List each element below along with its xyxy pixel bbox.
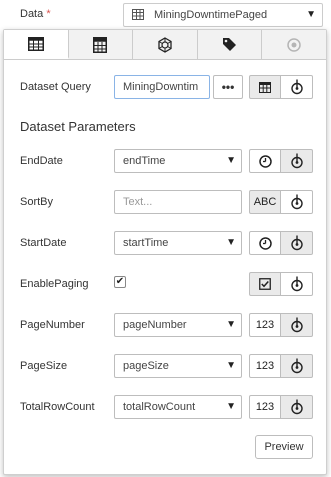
dataset-query-row: Dataset Query ••• bbox=[4, 73, 326, 101]
data-field-label: Data * bbox=[20, 8, 51, 20]
number-type-icon: 123 bbox=[255, 319, 275, 331]
parameter-type-button[interactable]: 123 bbox=[249, 354, 281, 378]
text-type-icon: ABC bbox=[253, 196, 277, 208]
tab-other[interactable] bbox=[262, 30, 326, 59]
parameter-row-sortby: SortBy ABC bbox=[4, 188, 326, 216]
dataset-parameters-heading: Dataset Parameters bbox=[20, 119, 136, 134]
clock-icon bbox=[258, 236, 272, 250]
check-icon: ✔ bbox=[115, 276, 125, 287]
binding-toggle-button[interactable] bbox=[281, 395, 313, 419]
binding-toggle-button[interactable] bbox=[281, 149, 313, 173]
binding-icon bbox=[290, 358, 303, 374]
data-source-select[interactable]: MiningDowntimePaged ▼ bbox=[123, 3, 323, 27]
parameter-row-pagesize: PageSize pageSize ▼ 123 bbox=[4, 352, 326, 380]
parameter-label: SortBy bbox=[20, 196, 54, 208]
tab-calculation[interactable] bbox=[69, 30, 134, 59]
parameter-label: EnablePaging bbox=[20, 278, 89, 290]
binding-icon bbox=[290, 276, 303, 292]
parameter-row-enablepaging: EnablePaging ✔ bbox=[4, 270, 326, 298]
parameter-value: startTime bbox=[123, 237, 169, 249]
enable-paging-checkbox[interactable]: ✔ bbox=[114, 276, 126, 288]
parameter-row-enddate: EndDate endTime ▼ bbox=[4, 147, 326, 175]
binding-toggle-button[interactable] bbox=[281, 272, 313, 296]
parameter-type-button[interactable] bbox=[249, 272, 281, 296]
calculator-icon bbox=[93, 36, 108, 53]
binding-icon bbox=[290, 235, 303, 251]
table-icon bbox=[132, 9, 146, 21]
binding-icon bbox=[290, 317, 303, 333]
chevron-down-icon: ▼ bbox=[226, 155, 236, 166]
table-icon bbox=[27, 36, 44, 51]
dataset-query-input[interactable] bbox=[114, 75, 210, 99]
network-icon bbox=[158, 36, 172, 53]
binding-icon bbox=[290, 399, 303, 415]
parameter-label: StartDate bbox=[20, 237, 67, 249]
binding-icon bbox=[290, 153, 303, 169]
chevron-down-icon: ▼ bbox=[226, 319, 236, 330]
binding-icon bbox=[290, 79, 303, 95]
parameter-row-totalrowcount: TotalRowCount totalRowCount ▼ 123 bbox=[4, 393, 326, 421]
data-source-value: MiningDowntimePaged bbox=[154, 9, 268, 21]
parameter-select[interactable]: pageSize ▼ bbox=[114, 354, 242, 378]
parameter-row-pagenumber: PageNumber pageNumber ▼ 123 bbox=[4, 311, 326, 339]
parameter-value: endTime bbox=[123, 155, 166, 167]
parameter-type-button[interactable]: 123 bbox=[249, 395, 281, 419]
parameter-select[interactable]: pageNumber ▼ bbox=[114, 313, 242, 337]
number-type-icon: 123 bbox=[255, 360, 275, 372]
parameter-label: TotalRowCount bbox=[20, 401, 95, 413]
dataset-type-button[interactable] bbox=[249, 75, 281, 99]
parameter-type-button[interactable]: ABC bbox=[249, 190, 281, 214]
binding-toggle-button[interactable] bbox=[281, 75, 313, 99]
dataset-query-label: Dataset Query bbox=[20, 81, 91, 93]
binding-toggle-button[interactable] bbox=[281, 313, 313, 337]
parameter-value: pageNumber bbox=[123, 319, 187, 331]
data-binding-panel: Dataset Query ••• Dataset Parameters End… bbox=[3, 29, 327, 475]
checkbox-type-icon bbox=[259, 278, 271, 290]
binding-toggle-button[interactable] bbox=[281, 231, 313, 255]
chevron-down-icon: ▼ bbox=[226, 360, 236, 371]
tab-tags[interactable] bbox=[198, 30, 263, 59]
tag-icon bbox=[223, 38, 237, 51]
tab-network[interactable] bbox=[133, 30, 198, 59]
parameter-row-startdate: StartDate startTime ▼ bbox=[4, 229, 326, 257]
number-type-icon: 123 bbox=[255, 401, 275, 413]
table-icon bbox=[259, 81, 271, 93]
parameter-select[interactable]: endTime ▼ bbox=[114, 149, 242, 173]
chevron-down-icon: ▼ bbox=[226, 237, 236, 248]
preview-button[interactable]: Preview bbox=[255, 435, 313, 459]
binding-icon bbox=[290, 194, 303, 210]
data-field-label-text: Data bbox=[20, 8, 44, 20]
parameter-type-button[interactable] bbox=[249, 149, 281, 173]
parameter-text-input[interactable] bbox=[114, 190, 242, 214]
parameter-type-button[interactable]: 123 bbox=[249, 313, 281, 337]
parameter-label: PageNumber bbox=[20, 319, 85, 331]
required-mark: * bbox=[46, 8, 51, 20]
chevron-down-icon: ▼ bbox=[306, 9, 316, 20]
clock-icon bbox=[258, 154, 272, 168]
parameter-label: PageSize bbox=[20, 360, 68, 372]
parameter-value: totalRowCount bbox=[123, 401, 196, 413]
tab-dataset[interactable] bbox=[4, 30, 69, 59]
binding-toggle-button[interactable] bbox=[281, 190, 313, 214]
parameter-select[interactable]: startTime ▼ bbox=[114, 231, 242, 255]
parameter-label: EndDate bbox=[20, 155, 63, 167]
parameter-value: pageSize bbox=[123, 360, 169, 372]
parameter-select[interactable]: totalRowCount ▼ bbox=[114, 395, 242, 419]
binding-toggle-button[interactable] bbox=[281, 354, 313, 378]
panel-tabs bbox=[4, 30, 326, 60]
chevron-down-icon: ▼ bbox=[226, 401, 236, 412]
parameter-type-button[interactable] bbox=[249, 231, 281, 255]
circle-icon bbox=[287, 37, 301, 52]
more-options-button[interactable]: ••• bbox=[213, 75, 243, 99]
